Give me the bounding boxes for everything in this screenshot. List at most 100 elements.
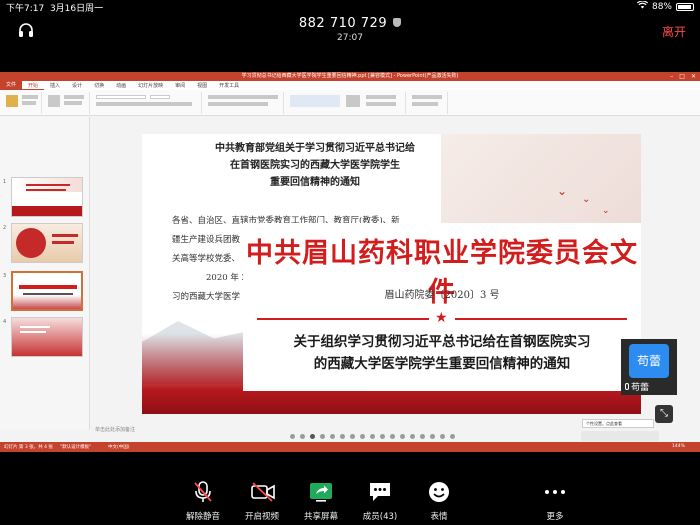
- leave-button[interactable]: 离开: [662, 23, 686, 40]
- ppt-status-bar: 幻灯片 第 3 张，共 4 张 "默认设计模板" 中文(中国) 144%: [0, 442, 700, 452]
- page-dot[interactable]: [340, 434, 345, 439]
- ribbon-group-drawing[interactable]: [286, 92, 406, 114]
- notice-subtitle-line: 的西藏大学医学院学生重要回信精神的通知: [313, 356, 571, 372]
- slide-thumbnail-1[interactable]: [11, 177, 83, 217]
- battery-icon: [676, 2, 694, 11]
- camera-off-icon: [250, 480, 275, 504]
- slide-heading-line: 重要回信精神的通知: [270, 177, 360, 188]
- page-dot[interactable]: [330, 434, 335, 439]
- status-time: 下午7:17: [6, 4, 45, 14]
- close-icon[interactable]: ✕: [691, 72, 696, 81]
- slide-heading-line: 中共教育部党组关于学习贯彻习近平总书记给: [215, 143, 415, 154]
- star-icon: ★: [435, 310, 448, 326]
- more-button[interactable]: 更多: [522, 468, 588, 525]
- unmute-label: 解除静音: [185, 512, 220, 522]
- unmute-button[interactable]: 解除静音: [170, 468, 236, 525]
- bird-icon: ⌄: [582, 194, 591, 205]
- ppt-title-bar: 学习贯彻总书记给西藏大学医学院学生重要回信精神.ppt [兼容模式] - Pow…: [0, 72, 700, 81]
- shared-screen: 学习贯彻总书记给西藏大学医学院学生重要回信精神.ppt [兼容模式] - Pow…: [0, 72, 700, 452]
- tab-transitions[interactable]: 切换: [88, 82, 110, 89]
- page-dot[interactable]: [320, 434, 325, 439]
- emoji-icon: [427, 480, 451, 504]
- page-dot[interactable]: [450, 434, 455, 439]
- mini-toolbar[interactable]: [581, 431, 659, 441]
- start-video-button[interactable]: 开启视频: [229, 468, 295, 525]
- tab-animations[interactable]: 动画: [110, 82, 132, 89]
- maximize-icon[interactable]: □: [679, 72, 685, 81]
- ribbon-group-paragraph[interactable]: [204, 92, 284, 114]
- participant-name: 苟蕾: [631, 383, 650, 393]
- ppt-ribbon: [0, 90, 700, 116]
- slide-thumbnail-2[interactable]: [11, 223, 83, 263]
- page-dot[interactable]: [300, 434, 305, 439]
- participant-name-row: 苟蕾: [625, 380, 649, 393]
- members-icon: [368, 480, 392, 504]
- page-dot[interactable]: [390, 434, 395, 439]
- page-dot[interactable]: [440, 434, 445, 439]
- slide-thumbnail-pane: 1 2 3 4: [0, 117, 90, 429]
- slide-heading-line: 在首钢医院实习的西藏大学医学院学生: [230, 160, 400, 171]
- meeting-id-text: 882 710 729: [298, 16, 388, 31]
- status-slide-count: 幻灯片 第 3 张，共 4 张: [4, 445, 53, 450]
- ribbon-group-slides[interactable]: [44, 92, 90, 114]
- slide-heading: 中共教育部党组关于学习贯彻习近平总书记给 在首钢医院实习的西藏大学医学院学生 重…: [190, 140, 440, 191]
- page-dot[interactable]: [380, 434, 385, 439]
- slide-thumbnail-4[interactable]: [11, 317, 83, 357]
- status-language: 中文(中国): [108, 445, 130, 450]
- ribbon-group-clipboard[interactable]: [2, 92, 42, 114]
- notes-placeholder[interactable]: 单击此处添加备注: [95, 426, 135, 433]
- page-dot-active[interactable]: [310, 434, 315, 439]
- bird-icon: ⌄: [557, 184, 568, 198]
- shield-icon: [393, 18, 402, 27]
- ppt-ribbon-tabs: 文件 开始 插入 设计 切换 动画 幻灯片放映 审阅 视图 开发工具: [0, 81, 700, 90]
- status-zoom[interactable]: 144%: [672, 444, 685, 449]
- thumb-number: 3: [3, 273, 7, 279]
- ribbon-group-font[interactable]: [92, 92, 202, 114]
- tab-design[interactable]: 设计: [66, 82, 88, 89]
- ribbon-group-editing[interactable]: [408, 92, 448, 114]
- thumb-number: 2: [3, 225, 7, 231]
- mic-muted-icon: [191, 480, 215, 504]
- page-dot[interactable]: [290, 434, 295, 439]
- mic-icon: [625, 383, 629, 390]
- notice-subtitle: 关于组织学习贯彻习近平总书记给在首钢医院实习 的西藏大学医学院学生重要回信精神的…: [243, 331, 641, 375]
- tab-developer[interactable]: 开发工具: [213, 82, 245, 89]
- tab-review[interactable]: 审阅: [169, 82, 191, 89]
- more-label: 更多: [546, 512, 564, 522]
- minimize-icon[interactable]: –: [670, 72, 673, 81]
- emoji-button[interactable]: 表情: [406, 468, 472, 525]
- page-dot[interactable]: [400, 434, 405, 439]
- notice-rule-left: [257, 318, 429, 320]
- slide-thumbnail-3[interactable]: [11, 271, 83, 311]
- tab-file[interactable]: 文件: [0, 81, 23, 90]
- status-date: 3月16日周一: [49, 4, 104, 14]
- bird-icon: ⌄: [602, 206, 610, 216]
- more-icon: [543, 480, 567, 504]
- page-dot[interactable]: [410, 434, 415, 439]
- window-controls: – □ ✕: [670, 72, 696, 81]
- tab-insert[interactable]: 插入: [44, 82, 66, 89]
- status-right: 88%: [636, 0, 694, 12]
- tab-view[interactable]: 视图: [191, 82, 213, 89]
- meeting-id[interactable]: 882 710 729: [0, 16, 700, 31]
- members-button[interactable]: 成员(43): [347, 468, 413, 525]
- meeting-duration: 27:07: [337, 33, 363, 43]
- meeting-toolbar: 解除静音 开启视频 共享屏幕 成员(43) 表情 更多: [0, 468, 700, 525]
- page-dot[interactable]: [370, 434, 375, 439]
- tab-slideshow[interactable]: 幻灯片放映: [132, 82, 169, 89]
- slide-page-dots: [290, 434, 455, 439]
- page-dot[interactable]: [420, 434, 425, 439]
- notice-subtitle-line: 关于组织学习贯彻习近平总书记给在首钢医院实习: [293, 334, 591, 350]
- participant-video-tile[interactable]: 苟蕾 苟蕾: [621, 339, 677, 395]
- share-screen-button[interactable]: 共享屏幕: [288, 468, 354, 525]
- page-dot[interactable]: [360, 434, 365, 439]
- page-dot[interactable]: [430, 434, 435, 439]
- emoji-label: 表情: [430, 512, 448, 522]
- tab-home[interactable]: 开始: [22, 82, 45, 90]
- participant-avatar: 苟蕾: [629, 344, 669, 378]
- personalize-toast[interactable]: 个性设置，点此查看: [582, 419, 654, 428]
- expand-icon[interactable]: ⤡: [655, 405, 673, 423]
- thumb-number: 1: [3, 179, 7, 185]
- start-video-label: 开启视频: [244, 512, 279, 522]
- page-dot[interactable]: [350, 434, 355, 439]
